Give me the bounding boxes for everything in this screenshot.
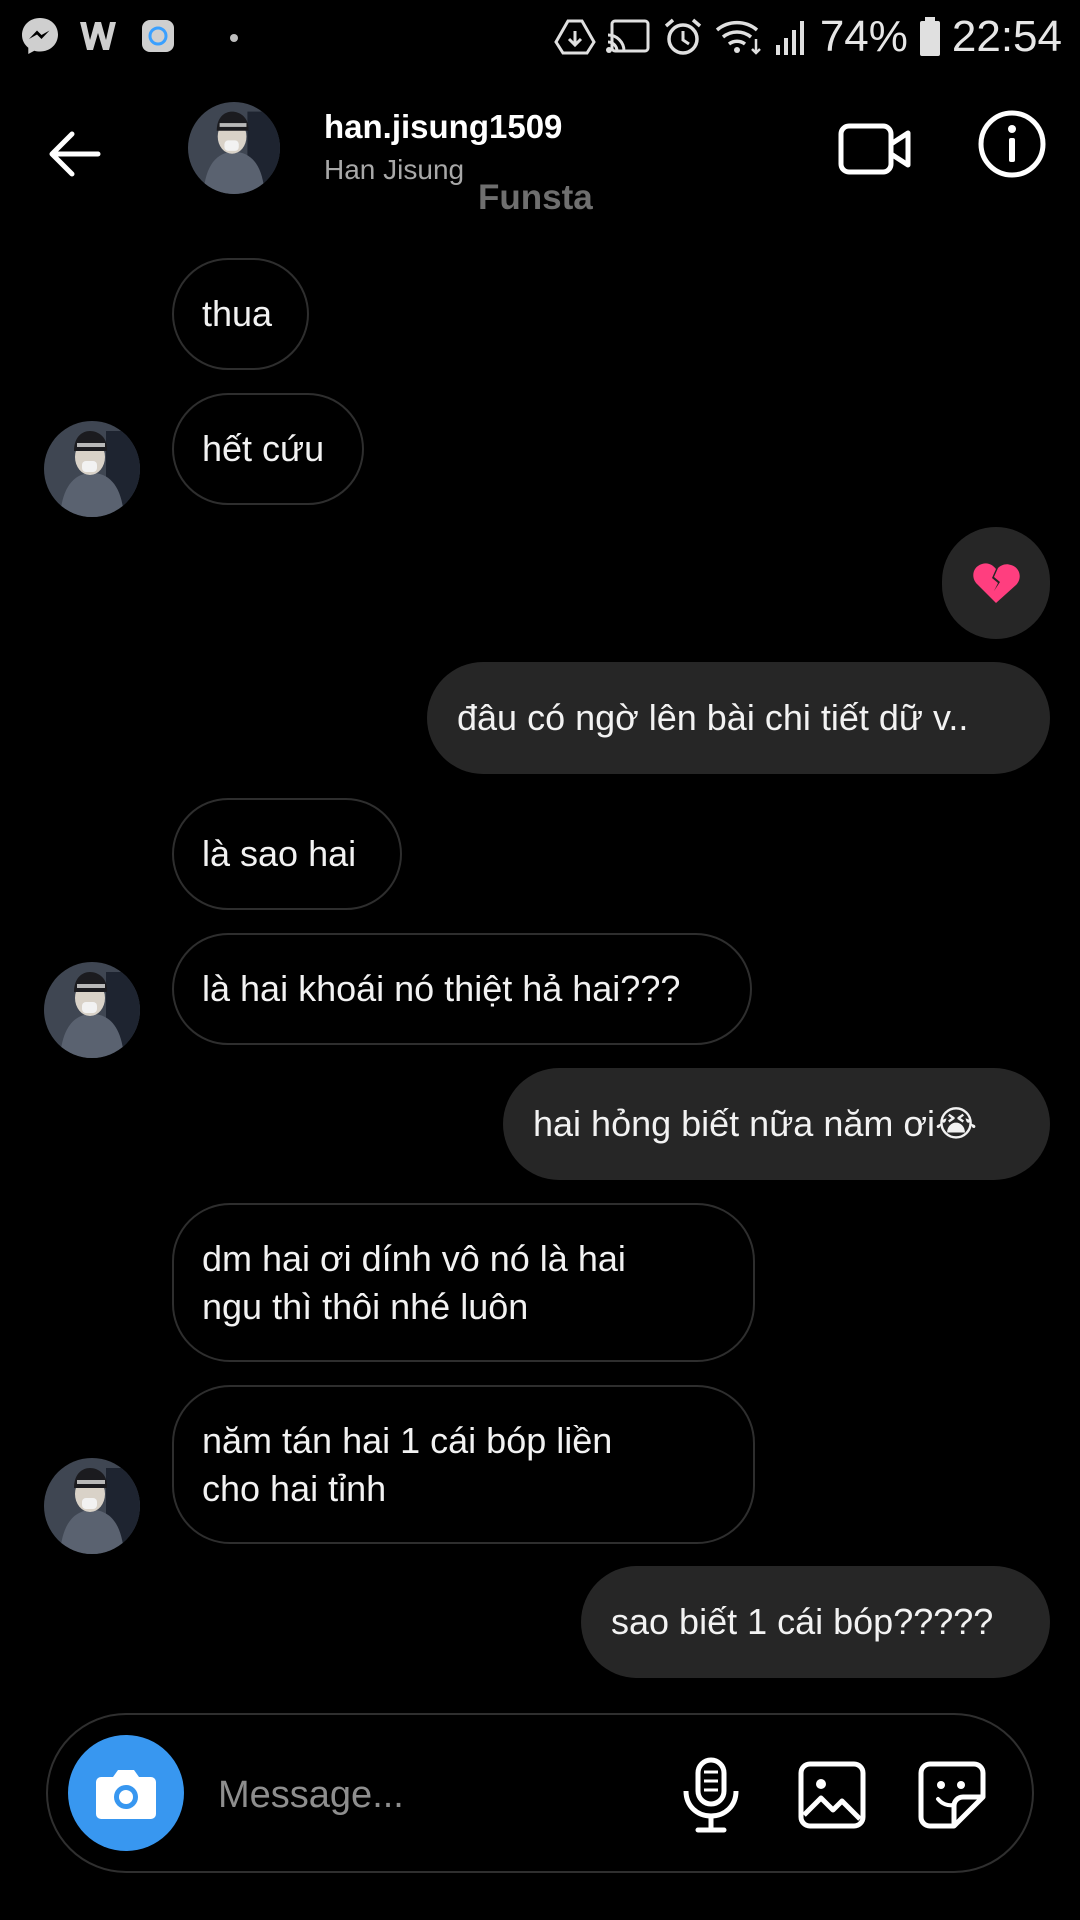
sent-message[interactable]: sao biết 1 cái bóp????? bbox=[581, 1566, 1050, 1678]
message-text: hết cứu bbox=[202, 428, 325, 469]
sent-emoji-message[interactable] bbox=[942, 527, 1050, 639]
received-message[interactable]: hết cứu bbox=[172, 393, 364, 505]
message-text: là hai khoái nó thiệt hả hai??? bbox=[202, 968, 681, 1009]
video-call-icon bbox=[838, 123, 911, 175]
w-app-icon bbox=[76, 14, 124, 58]
wifi-icon bbox=[714, 17, 764, 57]
watermark-text: Funsta bbox=[478, 178, 593, 217]
battery-icon bbox=[918, 16, 942, 58]
message-text: đâu có ngờ lên bài chi tiết dữ v.. bbox=[457, 697, 969, 738]
message-text: hai hỏng biết nữa năm ơi😭 bbox=[533, 1103, 978, 1144]
microphone-icon bbox=[683, 1757, 739, 1833]
sent-message[interactable]: đâu có ngờ lên bài chi tiết dữ v.. bbox=[427, 662, 1050, 774]
notification-dot bbox=[230, 34, 238, 42]
sender-avatar[interactable] bbox=[44, 962, 140, 1058]
message-text: năm tán hai 1 cái bóp liền cho hai tỉnh bbox=[202, 1419, 613, 1509]
username[interactable]: han.jisung1509 bbox=[324, 108, 562, 146]
chat-header: han.jisung1509 Han Jisung Funsta bbox=[0, 90, 1080, 220]
received-message[interactable]: là hai khoái nó thiệt hả hai??? bbox=[172, 933, 752, 1045]
message-text: là sao hai bbox=[202, 833, 357, 874]
received-message[interactable]: thua bbox=[172, 258, 309, 370]
app-icon bbox=[138, 16, 178, 56]
cast-icon bbox=[605, 17, 652, 57]
clock: 22:54 bbox=[951, 12, 1062, 61]
status-bar: 74% 22:54 bbox=[0, 0, 1080, 76]
received-message[interactable]: là sao hai bbox=[172, 798, 402, 910]
message-text: dm hai ơi dính vô nó là hai ngu thì thôi… bbox=[202, 1237, 626, 1327]
message-text: thua bbox=[202, 293, 273, 334]
sent-message[interactable]: hai hỏng biết nữa năm ơi😭 bbox=[503, 1068, 1050, 1180]
gallery-button[interactable] bbox=[796, 1759, 868, 1831]
broken-heart-icon bbox=[973, 563, 1020, 603]
received-message[interactable]: năm tán hai 1 cái bóp liền cho hai tỉnh bbox=[172, 1385, 755, 1544]
drive-icon bbox=[554, 17, 596, 57]
received-message[interactable]: dm hai ơi dính vô nó là hai ngu thì thôi… bbox=[172, 1203, 755, 1362]
full-name: Han Jisung bbox=[324, 154, 465, 185]
back-arrow-icon bbox=[49, 131, 101, 177]
gallery-icon bbox=[798, 1761, 866, 1829]
sticker-button[interactable] bbox=[916, 1759, 988, 1831]
camera-icon bbox=[96, 1770, 156, 1819]
profile-avatar[interactable] bbox=[188, 102, 280, 194]
signal-icon bbox=[774, 17, 810, 57]
battery-percent: 74% bbox=[819, 12, 908, 61]
camera-button[interactable] bbox=[68, 1735, 184, 1851]
sticker-icon bbox=[918, 1761, 986, 1829]
status-bar-left bbox=[18, 14, 238, 58]
message-text: sao biết 1 cái bóp????? bbox=[611, 1601, 994, 1642]
sender-avatar[interactable] bbox=[44, 421, 140, 517]
video-call-button[interactable] bbox=[838, 114, 912, 184]
back-button[interactable] bbox=[42, 122, 106, 186]
messenger-icon bbox=[18, 14, 62, 58]
message-input[interactable] bbox=[216, 1759, 680, 1831]
status-bar-right: 74% 22:54 bbox=[554, 12, 1062, 62]
sender-avatar[interactable] bbox=[44, 1458, 140, 1554]
alarm-icon bbox=[662, 16, 704, 58]
voice-message-button[interactable] bbox=[676, 1757, 746, 1833]
message-composer bbox=[46, 1713, 1034, 1873]
info-button[interactable] bbox=[976, 108, 1048, 180]
info-icon bbox=[978, 110, 1046, 178]
